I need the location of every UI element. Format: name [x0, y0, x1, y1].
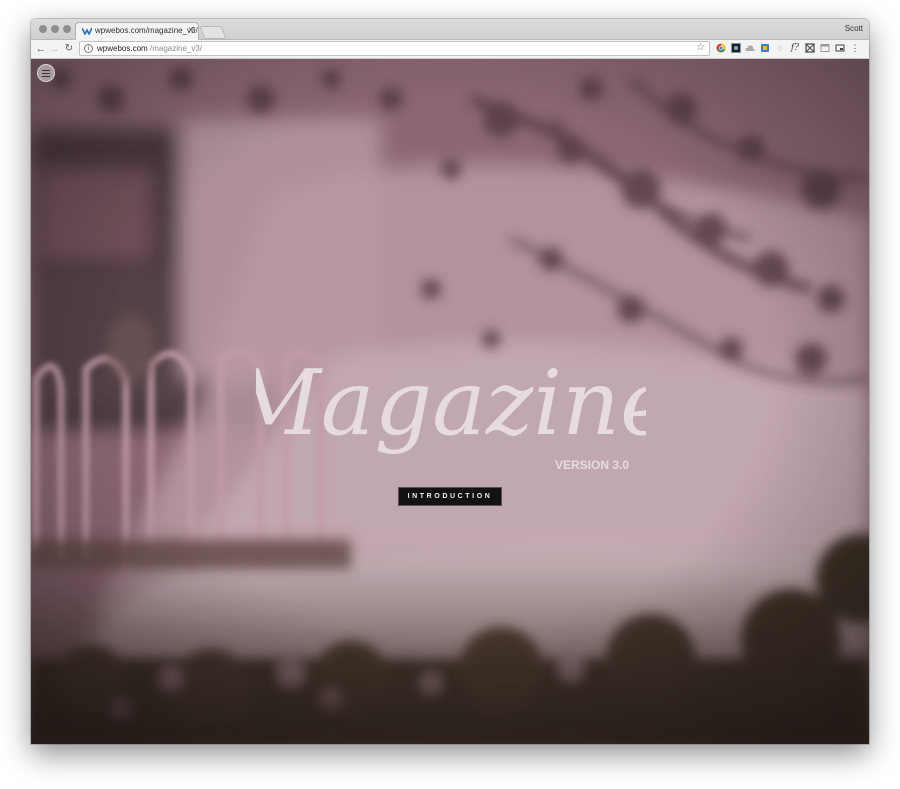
hamburger-menu-button[interactable]	[37, 64, 55, 82]
page-viewport: Magazine VERSION 3.0 INTRODUCTION	[31, 59, 869, 744]
url-path: /magazine_v3/	[150, 44, 203, 53]
window-extension-icon[interactable]	[820, 43, 830, 54]
zoom-window-button[interactable]	[63, 25, 71, 33]
info-icon[interactable]: i	[84, 44, 93, 53]
font-extension-icon[interactable]: f?	[790, 43, 800, 54]
blue-extension-icon[interactable]	[760, 43, 770, 54]
grid-extension-icon[interactable]	[805, 43, 815, 54]
back-arrow-icon[interactable]: ←	[34, 40, 48, 58]
url-domain: wpwebos.com	[97, 44, 148, 53]
forward-arrow-icon[interactable]: →	[47, 40, 61, 58]
tab-title: wpwebos.com/magazine_v3/	[95, 26, 198, 35]
browser-window: wpwebos.com/magazine_v3/ × Scott ← → ↻ i…	[31, 19, 869, 744]
tab-close-icon[interactable]: ×	[188, 25, 194, 36]
cast-extension-icon[interactable]	[835, 43, 845, 54]
close-window-button[interactable]	[39, 25, 47, 33]
tab-strip: wpwebos.com/magazine_v3/ × Scott	[31, 19, 869, 40]
tab-active[interactable]: wpwebos.com/magazine_v3/ ×	[75, 22, 199, 40]
logo-version: VERSION 3.0	[555, 458, 629, 472]
reload-icon[interactable]: ↻	[62, 40, 76, 58]
minimize-window-button[interactable]	[51, 25, 59, 33]
magazine-logo: Magazine VERSION 3.0	[256, 351, 646, 472]
menu-bar-top	[42, 70, 50, 71]
logo-wordmark: Magazine	[256, 351, 646, 456]
cloud-extension-icon[interactable]	[745, 43, 755, 54]
more-menu-icon[interactable]: ⋮	[850, 43, 860, 54]
bookmark-star-icon[interactable]: ☆	[696, 42, 705, 53]
profile-name[interactable]: Scott	[845, 24, 863, 33]
introduction-button[interactable]: INTRODUCTION	[398, 487, 502, 506]
browser-toolbar: ← → ↻ i wpwebos.com /magazine_v3/ ☆ ◇ f?	[31, 40, 869, 59]
menu-bar-middle	[42, 73, 50, 74]
faded-extension-icon[interactable]: ◇	[775, 43, 785, 54]
menu-bar-bottom	[42, 76, 50, 77]
address-bar[interactable]: i wpwebos.com /magazine_v3/ ☆	[79, 41, 710, 56]
dark-box-extension-icon[interactable]	[731, 43, 741, 54]
new-tab-button[interactable]	[199, 26, 227, 39]
site-favicon-icon	[82, 27, 92, 35]
chrome-extension-icon[interactable]	[716, 43, 726, 54]
